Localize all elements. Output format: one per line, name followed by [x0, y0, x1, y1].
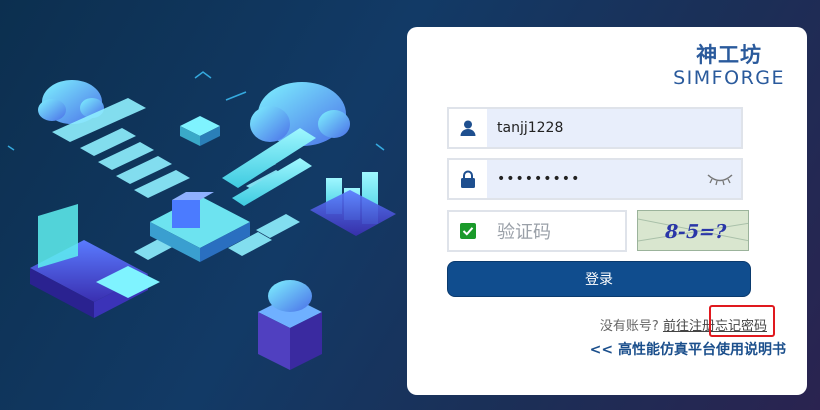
forgot-wrap: 忘记密码 [708, 305, 775, 337]
username-field[interactable]: tanjj1228 [447, 107, 743, 149]
brand-name-en: SIMFORGE [673, 67, 785, 89]
highlight-box [708, 305, 775, 337]
captcha-image[interactable]: 8-5=? [637, 210, 749, 251]
account-links: 没有账号? 前往注册 忘记密码 [599, 305, 775, 337]
check-icon [449, 212, 487, 250]
captcha-text: 8-5=? [663, 220, 729, 243]
password-field[interactable]: ••••••••• [447, 158, 743, 200]
password-value[interactable]: ••••••••• [487, 160, 741, 198]
tech-illustration [7, 71, 396, 370]
login-card: 神工坊 SIMFORGE tanjj1228 ••••••••• 验证码 8-5… [407, 27, 807, 395]
login-button[interactable]: 登录 [447, 261, 751, 297]
brand-logo: 神工坊 SIMFORGE [673, 43, 785, 89]
user-icon [449, 109, 487, 147]
brand-name-cn: 神工坊 [696, 43, 763, 67]
eye-closed-icon[interactable] [707, 170, 733, 192]
register-link[interactable]: 前往注册 [663, 319, 715, 334]
no-account-text: 没有账号? [599, 319, 659, 334]
lock-icon [449, 160, 487, 198]
manual-link[interactable]: << 高性能仿真平台使用说明书 [590, 339, 786, 359]
captcha-input[interactable]: 验证码 [487, 212, 625, 250]
captcha-field[interactable]: 验证码 [447, 210, 627, 252]
username-value[interactable]: tanjj1228 [487, 109, 741, 147]
